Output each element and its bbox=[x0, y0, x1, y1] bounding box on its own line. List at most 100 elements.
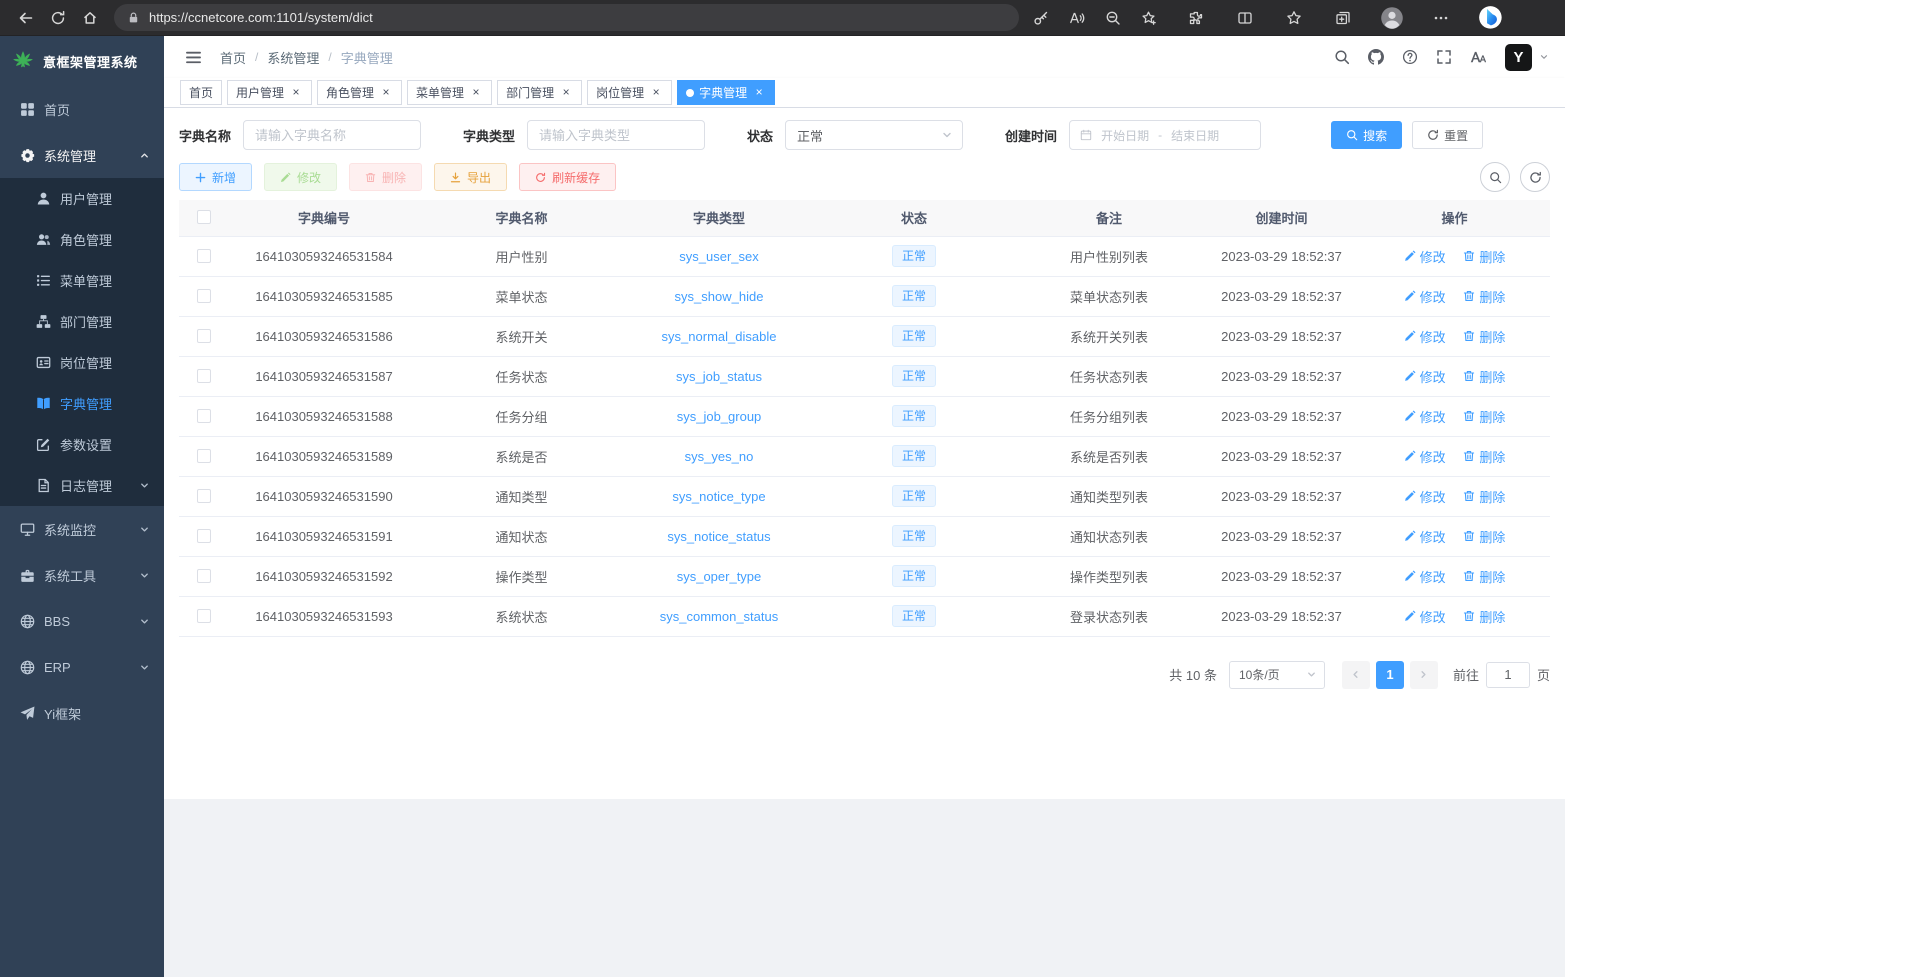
prev-page-button[interactable] bbox=[1342, 661, 1370, 689]
row-checkbox[interactable] bbox=[197, 569, 211, 583]
table-row[interactable]: 1641030593246531589 系统是否 sys_yes_no 正常 系… bbox=[179, 436, 1550, 476]
row-delete-button[interactable]: 删除 bbox=[1463, 327, 1505, 346]
sidebar-item-6[interactable]: 岗位管理 bbox=[0, 342, 164, 383]
address-bar[interactable]: https://ccnetcore.com:1101/system/dict bbox=[114, 4, 1019, 31]
tab-close-icon[interactable]: × bbox=[752, 86, 766, 100]
sidebar-item-5[interactable]: 部门管理 bbox=[0, 301, 164, 342]
row-delete-button[interactable]: 删除 bbox=[1463, 287, 1505, 306]
user-avatar-menu[interactable]: Y bbox=[1505, 44, 1549, 71]
sidebar-item-3[interactable]: 角色管理 bbox=[0, 219, 164, 260]
row-edit-button[interactable]: 修改 bbox=[1404, 407, 1446, 426]
app-logo[interactable]: 意框架管理系统 bbox=[0, 36, 164, 86]
password-key-button[interactable] bbox=[1025, 3, 1057, 33]
table-row[interactable]: 1641030593246531590 通知类型 sys_notice_type… bbox=[179, 476, 1550, 516]
row-delete-button[interactable]: 删除 bbox=[1463, 447, 1505, 466]
status-select[interactable]: 正常 bbox=[785, 120, 963, 150]
tab-close-icon[interactable]: × bbox=[559, 86, 573, 100]
dict-type-link[interactable]: sys_yes_no bbox=[685, 449, 754, 464]
fullscreen-button[interactable] bbox=[1429, 42, 1459, 72]
dict-type-link[interactable]: sys_normal_disable bbox=[662, 329, 777, 344]
row-delete-button[interactable]: 删除 bbox=[1463, 567, 1505, 586]
dict-type-link[interactable]: sys_notice_type bbox=[672, 489, 765, 504]
dict-type-link[interactable]: sys_oper_type bbox=[677, 569, 762, 584]
tab-close-icon[interactable]: × bbox=[289, 86, 303, 100]
tab-item-5[interactable]: 岗位管理× bbox=[587, 80, 672, 105]
sidebar-item-11[interactable]: 系统工具 bbox=[0, 552, 164, 598]
dict-type-link[interactable]: sys_job_status bbox=[676, 369, 762, 384]
header-search-button[interactable] bbox=[1327, 42, 1357, 72]
row-delete-button[interactable]: 删除 bbox=[1463, 367, 1505, 386]
toggle-search-button[interactable] bbox=[1480, 162, 1510, 192]
tab-item-2[interactable]: 角色管理× bbox=[317, 80, 402, 105]
row-edit-button[interactable]: 修改 bbox=[1404, 567, 1446, 586]
dict-type-link[interactable]: sys_common_status bbox=[660, 609, 779, 624]
row-edit-button[interactable]: 修改 bbox=[1404, 607, 1446, 626]
dict-type-link[interactable]: sys_show_hide bbox=[675, 289, 764, 304]
github-link-button[interactable] bbox=[1361, 42, 1391, 72]
dict-name-input[interactable] bbox=[243, 120, 421, 150]
add-button[interactable]: 新增 bbox=[179, 163, 252, 191]
select-all-checkbox[interactable] bbox=[197, 210, 211, 224]
tab-close-icon[interactable]: × bbox=[649, 86, 663, 100]
tab-item-4[interactable]: 部门管理× bbox=[497, 80, 582, 105]
reset-button[interactable]: 重置 bbox=[1412, 121, 1483, 149]
date-range-picker[interactable]: 开始日期 - 结束日期 bbox=[1069, 120, 1261, 150]
refresh-cache-button[interactable]: 刷新缓存 bbox=[519, 163, 616, 191]
row-checkbox[interactable] bbox=[197, 249, 211, 263]
sidebar-item-0[interactable]: 首页 bbox=[0, 86, 164, 132]
sidebar-item-14[interactable]: Yi框架 bbox=[0, 690, 164, 736]
dict-type-input[interactable] bbox=[527, 120, 705, 150]
browser-home-button[interactable] bbox=[74, 3, 106, 33]
browser-back-button[interactable] bbox=[10, 3, 42, 33]
row-delete-button[interactable]: 删除 bbox=[1463, 487, 1505, 506]
read-aloud-button[interactable] bbox=[1061, 3, 1093, 33]
row-edit-button[interactable]: 修改 bbox=[1404, 327, 1446, 346]
goto-page-input[interactable] bbox=[1486, 662, 1530, 688]
browser-profile-button[interactable] bbox=[1377, 3, 1407, 33]
table-row[interactable]: 1641030593246531584 用户性别 sys_user_sex 正常… bbox=[179, 236, 1550, 276]
breadcrumb-home[interactable]: 首页 bbox=[220, 48, 246, 67]
row-checkbox[interactable] bbox=[197, 329, 211, 343]
copilot-button[interactable] bbox=[1475, 3, 1505, 33]
browser-menu-button[interactable] bbox=[1426, 3, 1456, 33]
row-checkbox[interactable] bbox=[197, 369, 211, 383]
table-row[interactable]: 1641030593246531591 通知状态 sys_notice_stat… bbox=[179, 516, 1550, 556]
export-button[interactable]: 导出 bbox=[434, 163, 507, 191]
favorites-button[interactable] bbox=[1279, 3, 1309, 33]
table-row[interactable]: 1641030593246531588 任务分组 sys_job_group 正… bbox=[179, 396, 1550, 436]
row-delete-button[interactable]: 删除 bbox=[1463, 247, 1505, 266]
row-edit-button[interactable]: 修改 bbox=[1404, 447, 1446, 466]
search-button[interactable]: 搜索 bbox=[1331, 121, 1402, 149]
edit-button[interactable]: 修改 bbox=[264, 163, 337, 191]
row-checkbox[interactable] bbox=[197, 529, 211, 543]
row-edit-button[interactable]: 修改 bbox=[1404, 247, 1446, 266]
sidebar-item-7[interactable]: 字典管理 bbox=[0, 383, 164, 424]
row-edit-button[interactable]: 修改 bbox=[1404, 367, 1446, 386]
table-row[interactable]: 1641030593246531593 系统状态 sys_common_stat… bbox=[179, 596, 1550, 636]
split-screen-button[interactable] bbox=[1230, 3, 1260, 33]
next-page-button[interactable] bbox=[1410, 661, 1438, 689]
sidebar-item-13[interactable]: ERP bbox=[0, 644, 164, 690]
page-number-button[interactable]: 1 bbox=[1376, 661, 1404, 689]
tab-close-icon[interactable]: × bbox=[379, 86, 393, 100]
dict-type-link[interactable]: sys_user_sex bbox=[679, 249, 758, 264]
sidebar-item-9[interactable]: 日志管理 bbox=[0, 465, 164, 506]
browser-refresh-button[interactable] bbox=[42, 3, 74, 33]
sidebar-item-2[interactable]: 用户管理 bbox=[0, 178, 164, 219]
refresh-table-button[interactable] bbox=[1520, 162, 1550, 192]
sidebar-item-12[interactable]: BBS bbox=[0, 598, 164, 644]
row-delete-button[interactable]: 删除 bbox=[1463, 607, 1505, 626]
add-favorite-button[interactable] bbox=[1133, 3, 1165, 33]
dict-type-link[interactable]: sys_job_group bbox=[677, 409, 762, 424]
tab-close-icon[interactable]: × bbox=[469, 86, 483, 100]
row-checkbox[interactable] bbox=[197, 409, 211, 423]
sidebar-item-8[interactable]: 参数设置 bbox=[0, 424, 164, 465]
sidebar-item-1[interactable]: 系统管理 bbox=[0, 132, 164, 178]
extensions-button[interactable] bbox=[1181, 3, 1211, 33]
sidebar-toggle-button[interactable] bbox=[180, 44, 206, 70]
tab-item-6[interactable]: 字典管理× bbox=[677, 80, 775, 105]
row-delete-button[interactable]: 删除 bbox=[1463, 527, 1505, 546]
row-checkbox[interactable] bbox=[197, 449, 211, 463]
table-row[interactable]: 1641030593246531585 菜单状态 sys_show_hide 正… bbox=[179, 276, 1550, 316]
help-button[interactable] bbox=[1395, 42, 1425, 72]
